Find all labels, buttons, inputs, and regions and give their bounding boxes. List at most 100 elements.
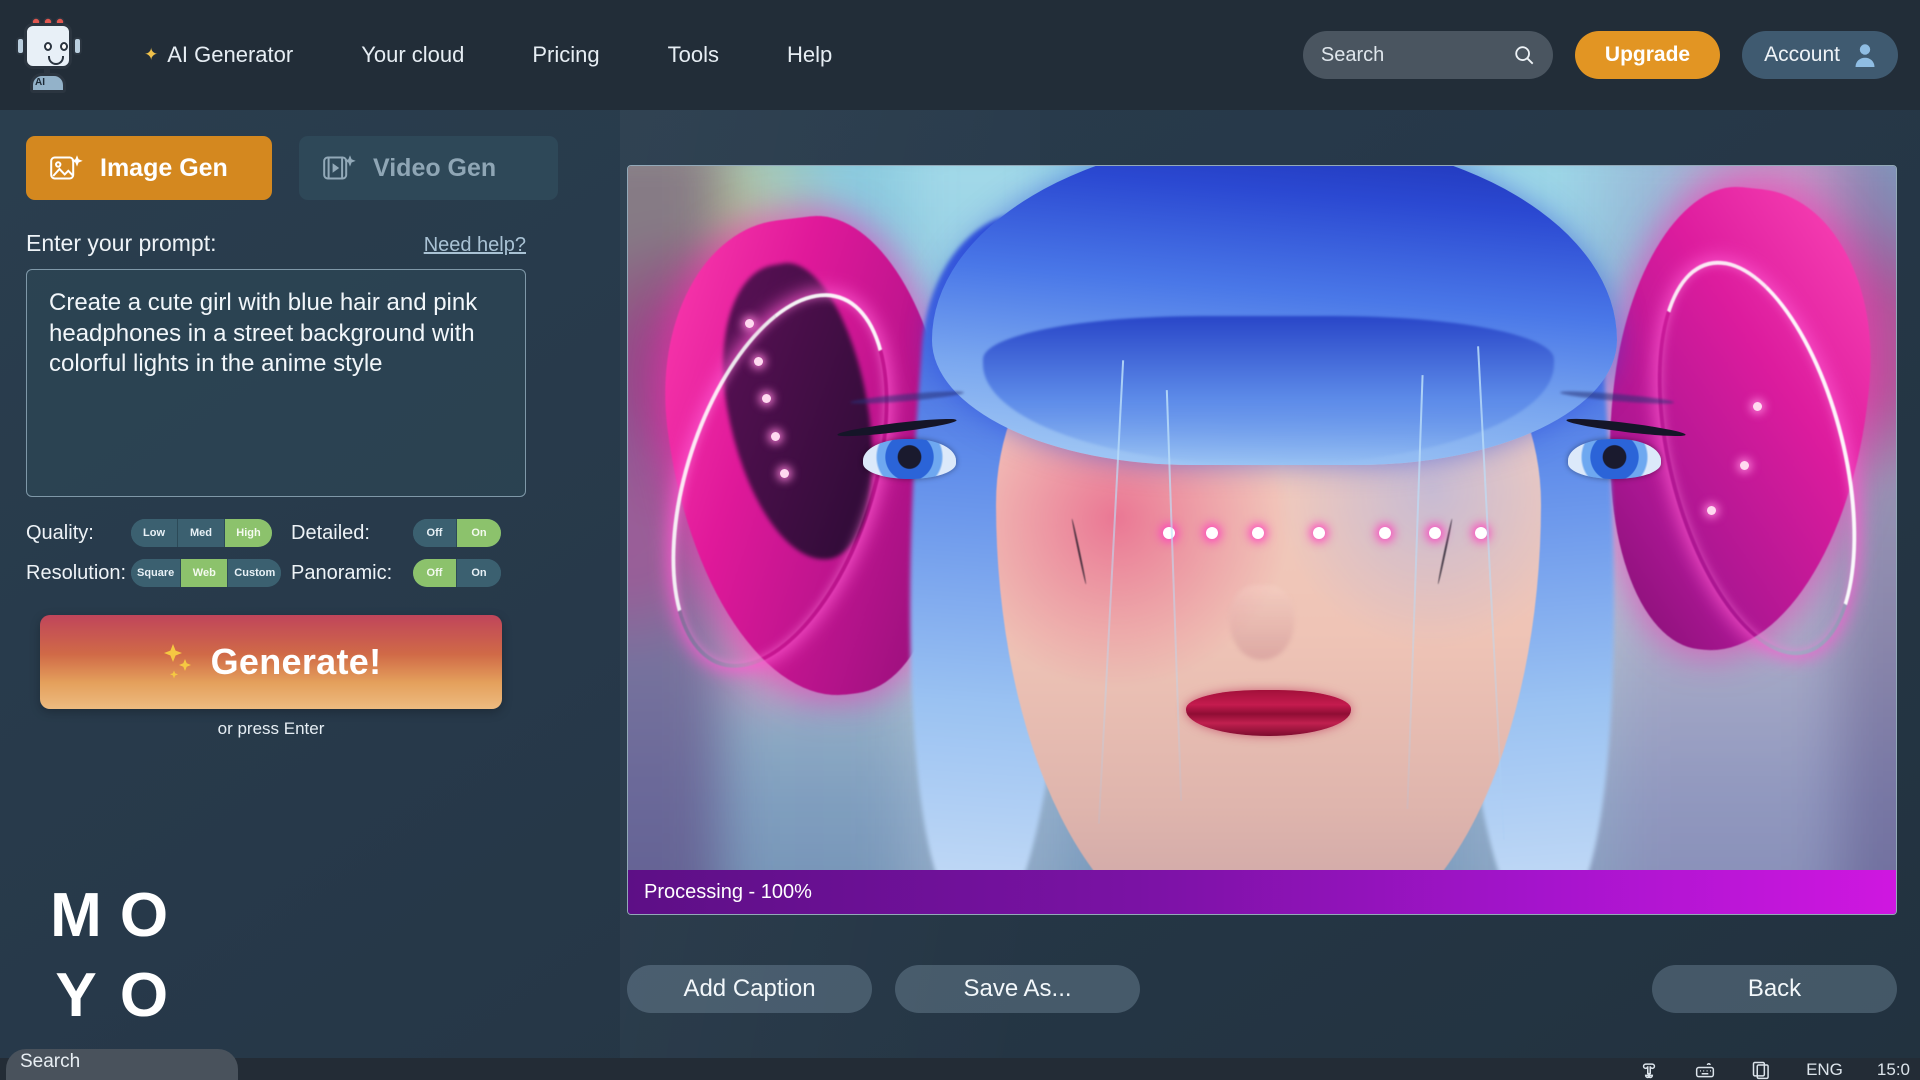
headphone-stud <box>744 319 754 329</box>
nav-item-pricing[interactable]: Pricing <box>498 32 633 78</box>
panoramic-label: Panoramic: <box>291 561 393 584</box>
add-caption-button[interactable]: Add Caption <box>627 965 872 1013</box>
command-icon[interactable] <box>1638 1060 1660 1080</box>
avatar-icon <box>1855 44 1875 67</box>
face-glow-dot <box>1206 526 1219 539</box>
robot-smile <box>48 56 64 65</box>
brand-letter-2: O <box>119 881 169 950</box>
upgrade-label: Upgrade <box>1604 43 1691 66</box>
prompt-header: Enter your prompt: Need help? <box>26 230 526 257</box>
nav-item-ai-generator[interactable]: ✦ AI Generator <box>110 32 327 78</box>
generated-image <box>628 166 1896 914</box>
taskbar-clock[interactable]: 15:0 <box>1877 1060 1910 1080</box>
face-glow-dot <box>1429 526 1442 539</box>
nav-item-label: Help <box>786 42 833 67</box>
detailed-option-on[interactable]: On <box>457 519 501 547</box>
robot-head <box>24 23 72 69</box>
back-label: Back <box>1747 975 1802 1002</box>
top-navigation-bar: AI ✦ AI Generator Your cloud Pricing Too… <box>0 0 1920 110</box>
video-sparkle-icon <box>323 155 356 180</box>
taskbar-language[interactable]: ENG <box>1806 1060 1843 1080</box>
app-root: AI ✦ AI Generator Your cloud Pricing Too… <box>0 0 1920 1080</box>
image-preview-panel[interactable]: Processing - 100% <box>627 165 1897 915</box>
robot-eye-left <box>44 42 52 51</box>
progress-status-text: Processing - 100% <box>644 880 812 903</box>
resolution-option-custom[interactable]: Custom <box>228 559 282 587</box>
taskbar-search-label: Search <box>20 1051 81 1072</box>
image-sparkle-icon <box>50 155 83 180</box>
add-caption-label: Add Caption <box>683 975 816 1002</box>
nav-item-your-cloud[interactable]: Your cloud <box>327 32 498 78</box>
tab-image-gen-label: Image Gen <box>100 153 228 182</box>
moyo-brand-logo: M O Y O <box>42 885 178 1027</box>
copy-icon[interactable] <box>1750 1060 1772 1080</box>
face-glow-dot <box>1312 526 1325 539</box>
sparkle-icon: ✦ <box>144 45 159 64</box>
brand-letter-4: O <box>119 961 169 1030</box>
panoramic-option-off[interactable]: Off <box>413 559 457 587</box>
quality-option-med[interactable]: Med <box>178 519 225 547</box>
image-action-buttons: Add Caption Save As... Back <box>627 965 1897 1013</box>
headphone-stud <box>1752 401 1762 411</box>
logo-badge-label: AI <box>35 77 45 88</box>
generate-button[interactable]: Generate! <box>40 615 502 709</box>
face-glow-dot <box>1163 526 1176 539</box>
resolution-segmented-control[interactable]: Square Web Custom <box>131 559 282 587</box>
sparkle-icon <box>163 644 191 679</box>
back-button[interactable]: Back <box>1652 965 1897 1013</box>
prompt-textarea[interactable]: Create a cute girl with blue hair and pi… <box>26 269 526 497</box>
save-as-button[interactable]: Save As... <box>895 965 1140 1013</box>
account-label: Account <box>1764 43 1840 66</box>
quality-option-high[interactable]: High <box>225 519 272 547</box>
need-help-link[interactable]: Need help? <box>424 234 526 257</box>
brand-letter-3: Y <box>55 961 97 1030</box>
tab-video-gen-label: Video Gen <box>373 153 497 182</box>
face-glow-dot <box>1378 526 1391 539</box>
resolution-label: Resolution: <box>26 561 127 584</box>
resolution-option-square[interactable]: Square <box>131 559 182 587</box>
headphone-stud <box>771 431 781 441</box>
robot-ear-right <box>73 37 82 55</box>
quality-option-low[interactable]: Low <box>131 519 178 547</box>
detailed-toggle[interactable]: Off On <box>413 519 501 547</box>
quality-label: Quality: <box>26 521 94 544</box>
panoramic-option-on[interactable]: On <box>457 559 501 587</box>
robot-logo-icon[interactable]: AI <box>16 15 82 95</box>
tab-image-gen[interactable]: Image Gen <box>26 136 272 200</box>
face-glow-dot <box>1251 526 1264 539</box>
panoramic-toggle[interactable]: Off On <box>413 559 501 587</box>
search-input[interactable]: Search <box>1302 31 1553 79</box>
nav-item-label: Your cloud <box>361 42 465 67</box>
taskbar-search-box[interactable]: Search <box>6 1049 238 1080</box>
resolution-option-web[interactable]: Web <box>181 559 229 587</box>
nav-item-help[interactable]: Help <box>753 32 866 78</box>
upgrade-button[interactable]: Upgrade <box>1574 31 1721 79</box>
character-nose <box>1230 584 1294 660</box>
robot-eye-right <box>60 42 68 51</box>
account-button[interactable]: Account <box>1742 31 1898 79</box>
save-as-label: Save As... <box>963 975 1072 1002</box>
progress-status-bar: Processing - 100% <box>628 870 1896 914</box>
nav-item-label: Pricing <box>532 42 600 67</box>
keyboard-icon[interactable] <box>1694 1060 1716 1080</box>
detailed-option-off[interactable]: Off <box>413 519 457 547</box>
brand-letter-1: M <box>50 881 102 950</box>
nav-item-label: Tools <box>667 42 719 67</box>
topbar-right-group: Search Upgrade Account <box>1302 31 1898 79</box>
settings-grid: Quality: Low Med High Detailed: Off On R… <box>26 519 576 587</box>
tab-video-gen[interactable]: Video Gen <box>299 136 558 200</box>
quality-segmented-control[interactable]: Low Med High <box>131 519 272 547</box>
detailed-label: Detailed: <box>291 521 370 544</box>
nav-item-tools[interactable]: Tools <box>634 32 753 78</box>
search-icon <box>1515 46 1534 65</box>
eye-right <box>1567 439 1662 480</box>
generate-label: Generate! <box>210 641 382 682</box>
prompt-label: Enter your prompt: <box>26 230 217 256</box>
search-placeholder: Search <box>1320 43 1385 66</box>
headphone-stud <box>753 356 763 366</box>
left-control-panel: Image Gen Video Gen Enter your prompt: N… <box>0 110 600 1058</box>
generation-mode-tabs: Image Gen Video Gen <box>26 136 576 200</box>
nav-item-label: AI Generator <box>167 42 294 67</box>
taskbar-tray: ENG 15:0 <box>1638 1058 1910 1080</box>
nav-links: ✦ AI Generator Your cloud Pricing Tools … <box>110 32 866 78</box>
